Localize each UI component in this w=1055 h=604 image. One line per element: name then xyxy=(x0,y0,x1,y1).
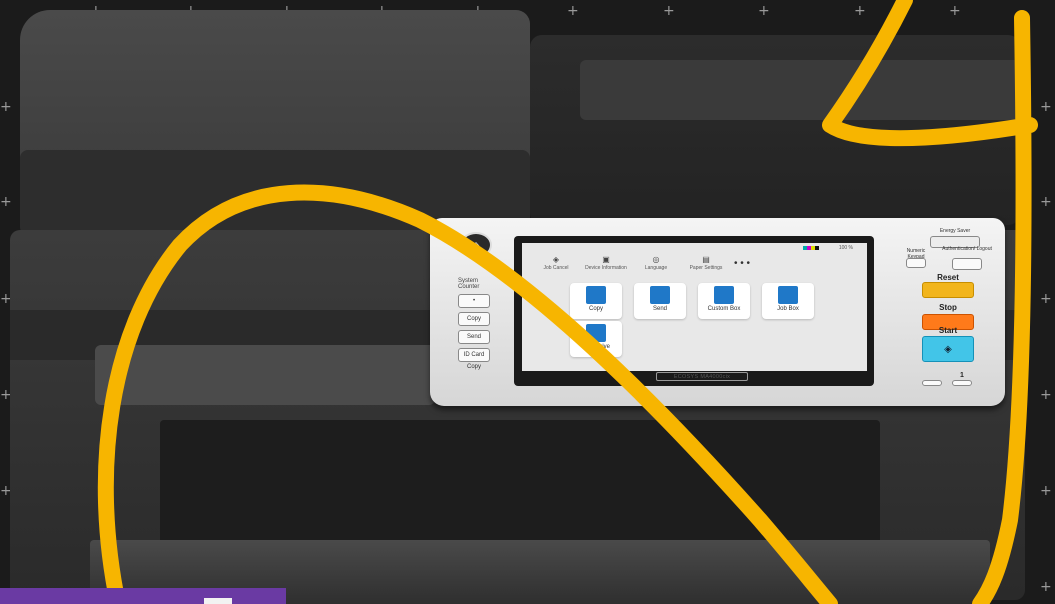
reset-key[interactable] xyxy=(922,282,974,298)
job-box-icon xyxy=(778,286,798,304)
tile-send[interactable]: Send xyxy=(634,283,686,319)
tile-usb-drive[interactable]: USB Drive xyxy=(570,321,622,357)
exit-slot xyxy=(95,345,435,405)
copy-key[interactable]: Copy xyxy=(458,312,490,326)
usb-drive-icon xyxy=(586,324,606,342)
reset-label: Reset xyxy=(937,273,959,282)
authentication-key[interactable] xyxy=(952,258,982,270)
system-counter-label: System Counter xyxy=(458,278,480,290)
job-cancel-icon: ◈ xyxy=(552,255,560,264)
menu-language[interactable]: ◎ Language xyxy=(634,255,678,277)
tile-custom-box[interactable]: Custom Box xyxy=(698,283,750,319)
output-tray-extension xyxy=(580,60,1020,120)
language-icon: ◎ xyxy=(652,255,660,264)
id-card-copy-key[interactable]: ID Card Copy xyxy=(458,348,490,370)
touch-screen: 100 % ◈ Job Cancel ▣ Device Information ◎ L… xyxy=(522,243,867,371)
send-key[interactable]: Send xyxy=(458,330,490,344)
menu-paper-settings[interactable]: ▤ Paper Settings xyxy=(684,255,728,277)
status-percent: 100 % xyxy=(838,245,853,251)
menu-device-information[interactable]: ▣ Device Information xyxy=(584,255,628,277)
home-button[interactable]: ⌂ xyxy=(460,232,492,258)
copy-icon xyxy=(586,286,606,304)
more-menu-button[interactable]: • • • xyxy=(734,255,750,277)
one-label: 1 xyxy=(960,372,964,379)
authentication-label: Authentication/ Logout xyxy=(942,246,992,252)
menu-job-cancel[interactable]: ◈ Job Cancel xyxy=(534,255,578,277)
start-key[interactable]: ◈ xyxy=(922,336,974,362)
tile-job-box[interactable]: Job Box xyxy=(762,283,814,319)
info-icon: ▣ xyxy=(602,255,610,264)
model-label: ECOSYS MA4000cix xyxy=(656,372,748,381)
banner-glyph xyxy=(204,598,232,604)
tile-copy[interactable]: Copy xyxy=(570,283,622,319)
purple-banner xyxy=(0,588,286,604)
toner-level-indicator xyxy=(802,246,819,250)
left-function-keys: System Counter • Copy Send ID Card Copy xyxy=(444,278,494,370)
status-bar: 100 % xyxy=(522,243,867,253)
clear-key[interactable] xyxy=(922,380,942,386)
folder-icon xyxy=(714,286,734,304)
top-menu: ◈ Job Cancel ▣ Device Information ◎ Languag… xyxy=(534,255,750,277)
numeric-keypad-key[interactable] xyxy=(906,258,926,268)
right-hard-keys: Energy Saver Numeric Keypad Authenticati… xyxy=(900,226,1000,396)
stop-label: Stop xyxy=(939,303,957,312)
paper-icon: ▤ xyxy=(702,255,710,264)
system-counter-key[interactable]: • xyxy=(458,294,490,308)
start-label: Start xyxy=(938,326,958,335)
energy-saver-label: Energy Saver xyxy=(939,228,971,234)
start-icon: ◈ xyxy=(944,343,952,355)
one-key[interactable] xyxy=(952,380,972,386)
home-icon: ⌂ xyxy=(471,237,481,253)
function-tiles: Copy Send Custom Box Job Box xyxy=(570,283,814,319)
send-icon xyxy=(650,286,670,304)
